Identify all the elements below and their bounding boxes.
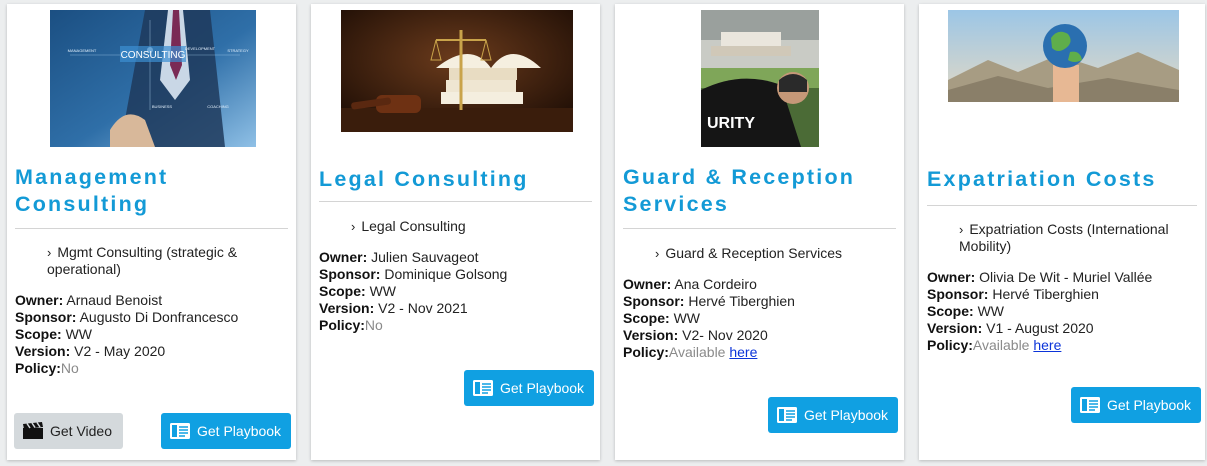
- clapperboard-icon: [22, 422, 44, 440]
- card-title: Management Consulting: [15, 165, 169, 216]
- owner-row: Owner: Julien Sauvageot: [319, 249, 479, 265]
- owner-row: Owner: Arnaud Benoist: [15, 292, 163, 308]
- document-icon: [472, 379, 494, 397]
- scope-value: WW: [673, 310, 701, 326]
- scope-value: WW: [977, 303, 1005, 319]
- document-icon: [776, 406, 798, 424]
- card-expatriation-costs: Expatriation Costs › Expatriation Costs (…: [919, 4, 1205, 460]
- image-text-management: MANAGEMENT: [68, 48, 97, 53]
- card-guard-reception: URITY Guard & Reception Services › Guard …: [615, 4, 904, 460]
- owner-value: Ana Cordeiro: [674, 276, 757, 292]
- version-row: Version: V2 - Nov 2021: [319, 300, 468, 316]
- divider: [15, 228, 288, 229]
- policy-row: Policy:Available here: [623, 344, 758, 360]
- image-text-urity: URITY: [707, 115, 755, 132]
- chevron-right-icon: ›: [351, 219, 356, 234]
- scope-row: Scope: WW: [15, 326, 93, 342]
- policy-row: Policy:No: [319, 317, 383, 333]
- document-icon: [169, 422, 191, 440]
- scope-value: WW: [369, 283, 397, 299]
- scope-row: Scope: WW: [927, 303, 1005, 319]
- card-metadata: Owner: Ana Cordeiro Sponsor: Hervé Tiber…: [623, 276, 898, 361]
- image-text-strategy: STRATEGY: [227, 48, 249, 53]
- scope-list-item[interactable]: › Mgmt Consulting (strategic & operationa…: [47, 244, 267, 278]
- divider: [927, 205, 1197, 206]
- sponsor-row: Sponsor: Dominique Golsong: [319, 266, 508, 282]
- scope-row: Scope: WW: [319, 283, 397, 299]
- sponsor-row: Sponsor: Hervé Tiberghien: [927, 286, 1099, 302]
- image-text-consulting: CONSULTING: [121, 50, 186, 61]
- policy-value: Available: [972, 337, 1030, 353]
- legal-consulting-image: [341, 10, 573, 132]
- image-text-business: BUSINESS: [152, 104, 173, 109]
- sponsor-row: Sponsor: Augusto Di Donfrancesco: [15, 309, 239, 325]
- version-row: Version: V2 - May 2020: [15, 343, 166, 359]
- scope-list-item[interactable]: › Legal Consulting: [351, 218, 571, 235]
- owner-value: Julien Sauvageot: [371, 249, 479, 265]
- get-playbook-button[interactable]: Get Playbook: [464, 370, 594, 406]
- card-metadata: Owner: Julien Sauvageot Sponsor: Dominiq…: [319, 249, 594, 334]
- version-value: V1 - August 2020: [986, 320, 1094, 336]
- card-title: Expatriation Costs: [927, 167, 1157, 191]
- document-icon: [1079, 396, 1101, 414]
- chevron-right-icon: ›: [655, 246, 660, 261]
- policy-row: Policy:Available here: [927, 337, 1062, 353]
- management-consulting-image: CONSULTING MANAGEMENT DEVELOPMENT STRATE…: [50, 10, 256, 147]
- policy-value: No: [364, 317, 383, 333]
- policy-row: Policy:No: [15, 360, 79, 376]
- divider: [623, 228, 896, 229]
- policy-here-link[interactable]: here: [1033, 337, 1061, 353]
- version-value: V2- Nov 2020: [682, 327, 768, 343]
- owner-row: Owner: Ana Cordeiro: [623, 276, 757, 292]
- version-row: Version: V1 - August 2020: [927, 320, 1094, 336]
- scope-list-item[interactable]: › Guard & Reception Services: [655, 245, 885, 262]
- card-legal-consulting: Legal Consulting › Legal Consulting Owner…: [311, 4, 600, 460]
- card-title: Guard & Reception Services: [623, 165, 856, 216]
- scope-list-item[interactable]: › Expatriation Costs (International Mobil…: [959, 221, 1184, 255]
- card-title: Legal Consulting: [319, 167, 529, 191]
- expatriation-costs-image: [948, 10, 1179, 102]
- sponsor-value: Hervé Tiberghien: [688, 293, 795, 309]
- sponsor-value: Augusto Di Donfrancesco: [79, 309, 239, 325]
- guard-reception-image: URITY: [701, 10, 819, 147]
- card-metadata: Owner: Olivia De Wit - Muriel Vallée Spo…: [927, 269, 1202, 354]
- sponsor-row: Sponsor: Hervé Tiberghien: [623, 293, 795, 309]
- policy-value: Available: [668, 344, 726, 360]
- owner-value: Olivia De Wit - Muriel Vallée: [979, 269, 1153, 285]
- scope-row: Scope: WW: [623, 310, 701, 326]
- policy-value: No: [60, 360, 79, 376]
- policy-here-link[interactable]: here: [729, 344, 757, 360]
- scope-value: WW: [65, 326, 93, 342]
- get-playbook-button[interactable]: Get Playbook: [768, 397, 898, 433]
- get-playbook-button[interactable]: Get Playbook: [1071, 387, 1201, 423]
- get-video-button[interactable]: Get Video: [14, 413, 123, 449]
- image-text-development: DEVELOPMENT: [185, 46, 216, 51]
- owner-value: Arnaud Benoist: [66, 292, 163, 308]
- card-management-consulting: CONSULTING MANAGEMENT DEVELOPMENT STRATE…: [7, 4, 296, 460]
- card-metadata: Owner: Arnaud Benoist Sponsor: Augusto D…: [15, 292, 290, 377]
- sponsor-value: Dominique Golsong: [384, 266, 508, 282]
- owner-row: Owner: Olivia De Wit - Muriel Vallée: [927, 269, 1153, 285]
- sponsor-value: Hervé Tiberghien: [992, 286, 1099, 302]
- version-value: V2 - May 2020: [74, 343, 166, 359]
- version-row: Version: V2- Nov 2020: [623, 327, 768, 343]
- divider: [319, 201, 592, 202]
- image-text-coaching: COACHING: [207, 104, 229, 109]
- get-playbook-button[interactable]: Get Playbook: [161, 413, 291, 449]
- chevron-right-icon: ›: [47, 245, 52, 260]
- version-value: V2 - Nov 2021: [378, 300, 468, 316]
- chevron-right-icon: ›: [959, 222, 964, 237]
